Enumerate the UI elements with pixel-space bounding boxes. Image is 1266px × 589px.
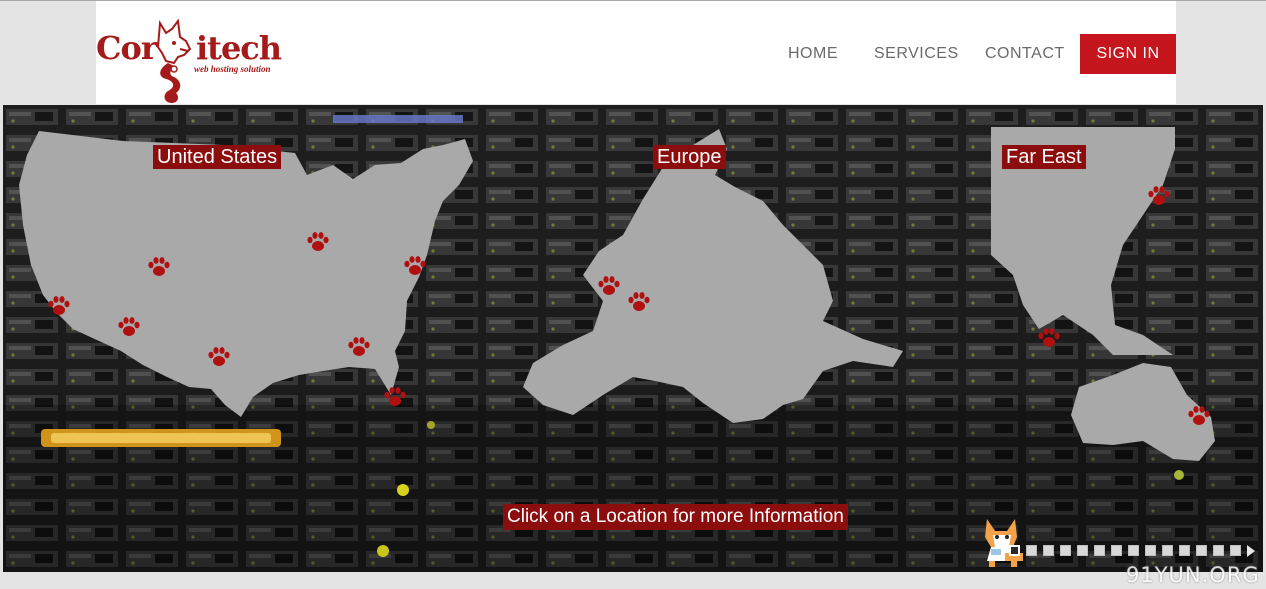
paw-icon[interactable] — [1147, 185, 1171, 207]
dog-mascot-icon — [156, 19, 192, 103]
corgi-mascot-icon — [985, 519, 1023, 567]
slider-dot[interactable] — [1179, 545, 1190, 556]
click-location-hint: Click on a Location for more Information — [503, 504, 848, 530]
paw-icon[interactable] — [627, 291, 651, 313]
region-label-far-east[interactable]: Far East — [1002, 145, 1086, 169]
slider-dot[interactable] — [1026, 545, 1037, 556]
site-header: Cor itech web hosting solution HOME SERV… — [96, 1, 1176, 104]
slider-dot[interactable] — [1230, 545, 1241, 556]
paw-icon[interactable] — [403, 255, 427, 277]
slider-dot[interactable] — [1145, 545, 1156, 556]
paw-icon[interactable] — [117, 316, 141, 338]
slider-dot[interactable] — [1111, 545, 1122, 556]
paw-icon[interactable] — [207, 346, 231, 368]
region-label-united-states[interactable]: United States — [153, 145, 282, 169]
server-rack-background — [3, 105, 1263, 572]
paw-icon[interactable] — [383, 386, 407, 408]
brand-logo[interactable]: Cor itech web hosting solution — [96, 1, 296, 104]
slider-dot[interactable] — [1077, 545, 1088, 556]
sign-in-button[interactable]: SIGN IN — [1080, 34, 1176, 74]
slider-dot[interactable] — [1043, 545, 1054, 556]
play-arrow-icon[interactable] — [1247, 545, 1255, 557]
paw-icon[interactable] — [1187, 405, 1211, 427]
nav-services[interactable]: SERVICES — [874, 45, 959, 63]
slider-dot[interactable] — [1060, 545, 1071, 556]
paw-icon[interactable] — [1037, 327, 1061, 349]
paw-icon[interactable] — [347, 336, 371, 358]
paw-icon[interactable] — [147, 256, 171, 278]
nav-contact[interactable]: CONTACT — [985, 45, 1065, 63]
paw-icon[interactable] — [597, 275, 621, 297]
brand-name-right: itech — [196, 29, 282, 67]
slider-dot[interactable] — [1162, 545, 1173, 556]
slider-dot[interactable] — [1213, 545, 1224, 556]
slider-dot[interactable] — [1196, 545, 1207, 556]
paw-icon[interactable] — [306, 231, 330, 253]
slider-dot[interactable] — [1009, 545, 1020, 556]
slider-dot[interactable] — [1094, 545, 1105, 556]
paw-icon[interactable] — [47, 295, 71, 317]
slider-dot[interactable] — [1128, 545, 1139, 556]
brand-tagline: web hosting solution — [194, 64, 271, 74]
watermark: 91YUN.ORG — [1126, 563, 1260, 587]
region-label-europe[interactable]: Europe — [653, 145, 726, 169]
brand-name-left: Cor — [96, 29, 158, 67]
nav-home[interactable]: HOME — [788, 45, 838, 63]
location-map-banner: United States Europe Far East Click on a… — [3, 105, 1263, 572]
footer-strip — [0, 572, 1266, 589]
